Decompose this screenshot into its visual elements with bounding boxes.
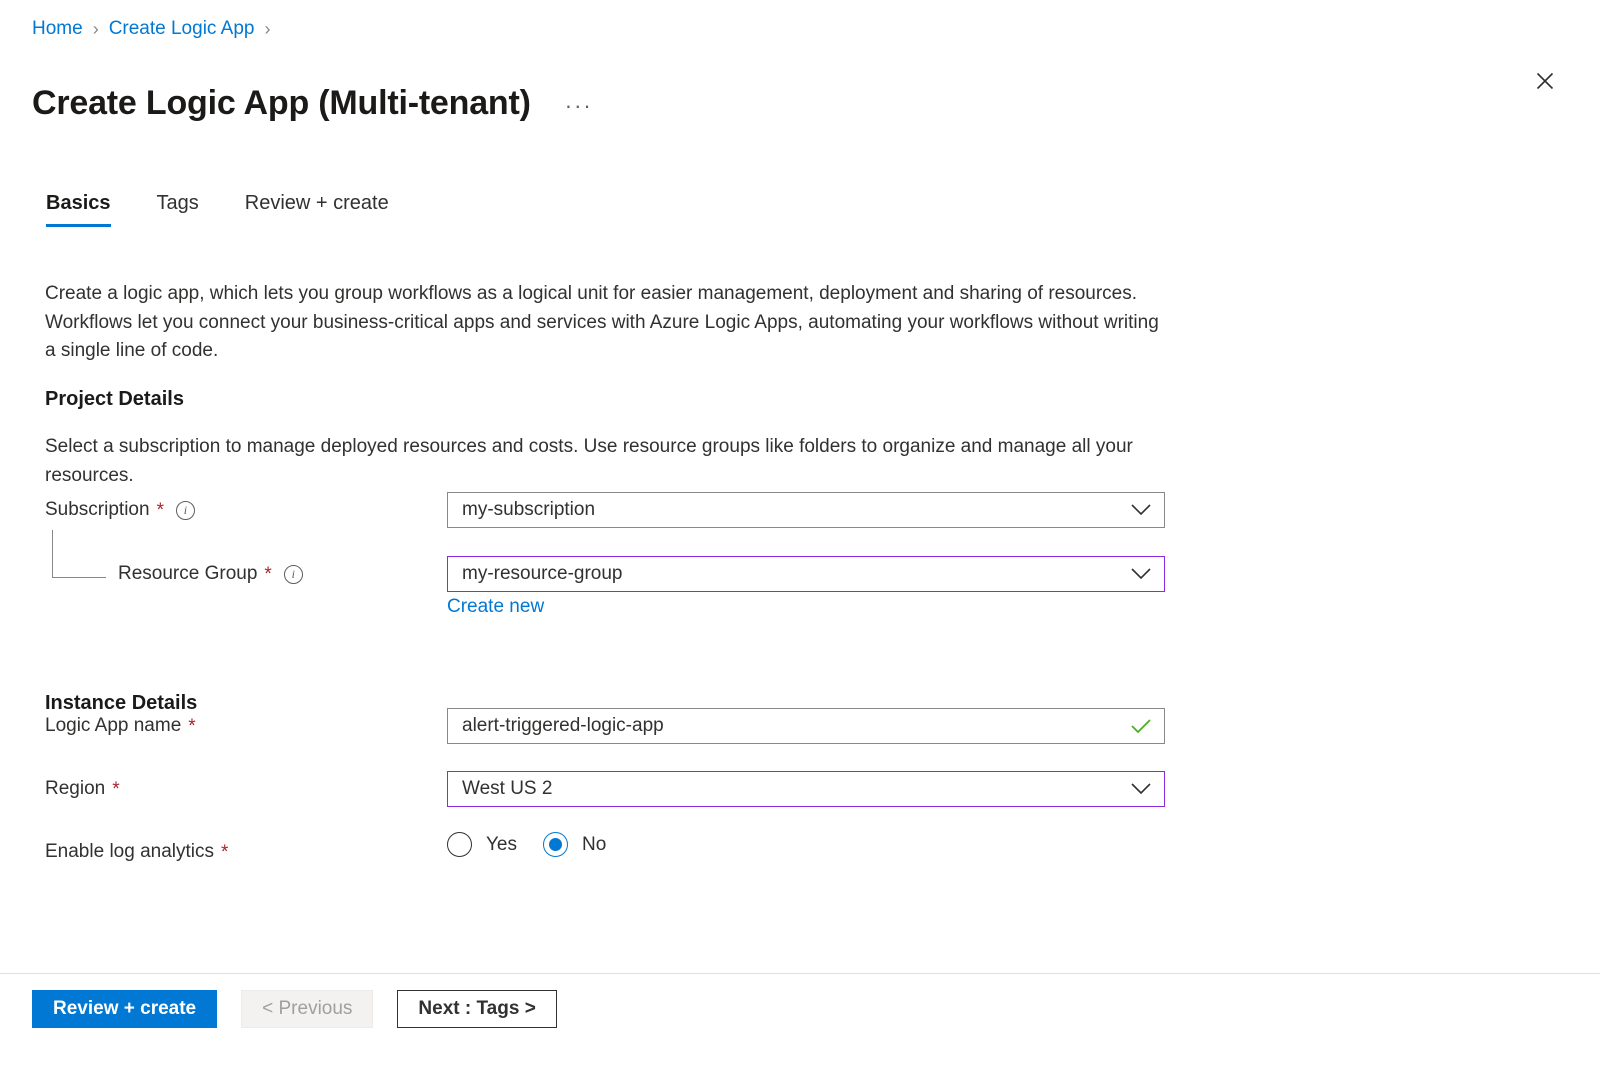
tab-list: Basics Tags Review + create xyxy=(46,192,435,227)
more-options-icon[interactable]: ··· xyxy=(559,92,599,120)
tree-connector-line xyxy=(52,530,106,578)
region-label-text: Region xyxy=(45,778,106,799)
chevron-down-icon xyxy=(1130,503,1152,517)
required-asterisk: * xyxy=(188,715,196,737)
radio-checked-icon xyxy=(543,832,568,857)
radio-option-yes-label: Yes xyxy=(486,833,517,855)
review-create-button[interactable]: Review + create xyxy=(32,990,218,1028)
radio-unchecked-icon xyxy=(447,832,472,857)
project-details-description: Select a subscription to manage deployed… xyxy=(45,436,1133,486)
required-asterisk: * xyxy=(112,778,120,800)
logic-app-name-input[interactable]: alert-triggered-logic-app xyxy=(447,708,1165,744)
radio-option-yes[interactable]: Yes xyxy=(447,832,517,857)
subscription-dropdown[interactable]: my-subscription xyxy=(447,492,1165,528)
page-title: Create Logic App (Multi-tenant) xyxy=(32,83,531,122)
radio-option-no[interactable]: No xyxy=(543,832,606,857)
footer-divider xyxy=(0,973,1600,974)
logic-app-name-value: alert-triggered-logic-app xyxy=(462,715,664,736)
logic-app-name-label-text: Logic App name xyxy=(45,715,182,736)
enable-log-analytics-radio-group: Yes No xyxy=(447,832,632,857)
resource-group-dropdown[interactable]: my-resource-group xyxy=(447,556,1165,592)
footer-action-bar: Review + create < Previous Next : Tags > xyxy=(32,990,557,1028)
chevron-down-icon xyxy=(1130,567,1152,581)
instance-details-heading: Instance Details xyxy=(45,691,198,714)
next-tags-button[interactable]: Next : Tags > xyxy=(397,990,557,1028)
region-value: West US 2 xyxy=(462,778,553,799)
close-icon[interactable] xyxy=(1528,64,1562,98)
required-asterisk: * xyxy=(221,841,229,863)
subscription-label-text: Subscription xyxy=(45,499,150,520)
check-icon xyxy=(1130,718,1152,734)
resource-group-label: Resource Group * i xyxy=(118,563,303,585)
previous-button: < Previous xyxy=(241,990,374,1028)
breadcrumb-separator-icon: › xyxy=(92,19,99,39)
tab-tags[interactable]: Tags xyxy=(157,192,199,227)
title-row: Create Logic App (Multi-tenant) ··· xyxy=(32,57,599,149)
enable-log-analytics-label: Enable log analytics * xyxy=(45,841,228,863)
enable-log-analytics-label-text: Enable log analytics xyxy=(45,841,214,862)
region-dropdown[interactable]: West US 2 xyxy=(447,771,1165,807)
project-details-heading: Project Details xyxy=(45,387,184,410)
tab-review-create[interactable]: Review + create xyxy=(245,192,389,227)
chevron-down-icon xyxy=(1130,782,1152,796)
resource-group-value: my-resource-group xyxy=(462,563,623,584)
region-label: Region * xyxy=(45,778,120,800)
subscription-value: my-subscription xyxy=(462,499,596,520)
breadcrumb-separator-icon-2: › xyxy=(264,19,271,39)
create-logic-app-blade: Home › Create Logic App › Create Logic A… xyxy=(0,0,1600,1080)
logic-app-name-label: Logic App name * xyxy=(45,715,196,737)
subscription-label: Subscription * i xyxy=(45,499,195,521)
required-asterisk: * xyxy=(264,563,272,585)
info-icon[interactable]: i xyxy=(175,500,195,520)
resource-group-label-text: Resource Group xyxy=(118,563,258,584)
breadcrumb-item-home[interactable]: Home xyxy=(32,16,83,42)
breadcrumb: Home › Create Logic App › xyxy=(32,16,280,42)
intro-description: Create a logic app, which lets you group… xyxy=(45,283,1159,361)
required-asterisk: * xyxy=(156,499,164,521)
info-icon[interactable]: i xyxy=(283,564,303,584)
create-new-resource-group-link[interactable]: Create new xyxy=(447,596,544,618)
radio-option-no-label: No xyxy=(582,833,607,855)
breadcrumb-item-create-logic-app[interactable]: Create Logic App xyxy=(109,16,255,42)
tab-basics[interactable]: Basics xyxy=(46,192,111,227)
